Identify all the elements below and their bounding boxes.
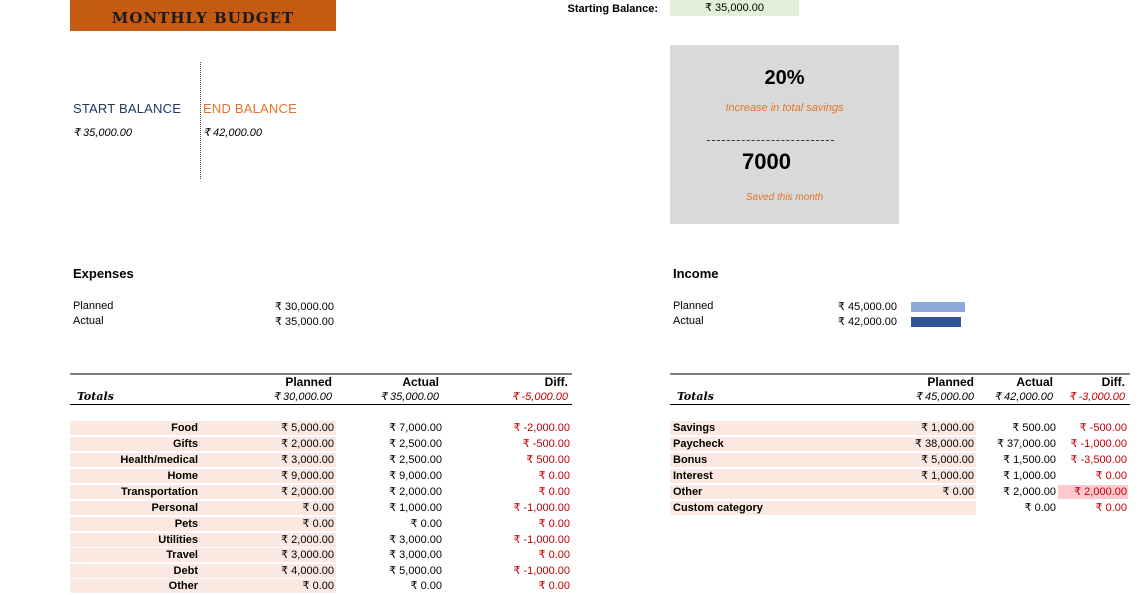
income-totals-actual: ₹ 42,000.00 [994,391,1053,403]
start-balance-value: ₹ 35,000.00 [73,127,132,139]
expense-category[interactable]: Other [70,579,200,593]
end-balance-value: ₹ 42,000.00 [203,127,262,139]
expenses-actual-label: Actual [73,315,104,327]
savings-amount-caption: Saved this month [745,192,824,203]
income-planned[interactable]: ₹ 0.00 [898,485,976,499]
expense-actual: ₹ 0.00 [410,580,442,592]
expenses-planned-label: Planned [73,300,114,312]
expenses-planned-value: ₹ 30,000.00 [275,301,334,313]
income-planned[interactable]: ₹ 5,000.00 [898,453,976,467]
income-actual: ₹ 1,500.00 [1003,454,1056,466]
income-actual-value: ₹ 42,000.00 [838,316,897,328]
income-actual: ₹ 500.00 [1012,422,1056,434]
expenses-heading: Expenses [73,266,134,281]
income-actual-label: Actual [673,315,704,327]
expense-planned[interactable]: ₹ 0.00 [200,517,336,531]
income-totals-diff: ₹ -3,000.00 [1068,391,1125,403]
income-planned-value: ₹ 45,000.00 [838,301,897,313]
income-diff: ₹ 0.00 [1095,502,1127,514]
expense-category[interactable]: Pets [70,517,200,531]
income-actual: ₹ 37,000.00 [997,438,1056,450]
table-row: Other ₹ 0.00 ₹ 0.00 ₹ 0.00 [0,579,600,595]
expense-planned[interactable]: ₹ 3,000.00 [200,548,336,562]
income-category[interactable]: Paycheck [670,437,898,451]
income-category[interactable]: Bonus [670,453,898,467]
income-actual-bar [911,317,961,327]
expenses-totals-planned: ₹ 30,000.00 [273,391,332,403]
income-header-planned: Planned [927,375,974,389]
expense-actual: ₹ 5,000.00 [389,565,442,577]
expense-planned[interactable]: ₹ 2,000.00 [200,533,336,547]
income-diff: ₹ -1,000.00 [1070,438,1127,450]
expenses-totals-rule [70,404,572,405]
expenses-totals-actual: ₹ 35,000.00 [380,391,439,403]
end-balance-label: END BALANCE [203,101,297,116]
expenses-header-planned: Planned [285,375,332,389]
expenses-header-diff: Diff. [544,375,568,389]
expenses-totals-diff: ₹ -5,000.00 [511,391,568,403]
expense-actual: ₹ 3,000.00 [389,549,442,561]
expense-diff: ₹ 0.00 [538,580,570,592]
expense-diff: ₹ -1,000.00 [513,565,570,577]
starting-balance-label: Starting Balance: [567,3,658,15]
income-totals-label: Totals [677,390,714,403]
expense-planned[interactable]: ₹ 4,000.00 [200,564,336,578]
income-planned[interactable]: ₹ 38,000.00 [898,437,976,451]
table-row: Interest ₹ 1,000.00 ₹ 1,000.00 ₹ 0.00 [0,469,1147,485]
income-actual: ₹ 1,000.00 [1003,470,1056,482]
expense-category[interactable]: Travel [70,548,200,562]
savings-summary-box: 20% Increase in total savings 7000 Saved… [670,45,899,224]
income-planned[interactable]: ₹ 1,000.00 [898,469,976,483]
income-category[interactable]: Savings [670,421,898,435]
table-row: Debt ₹ 4,000.00 ₹ 5,000.00 ₹ -1,000.00 [0,564,600,580]
expense-planned[interactable]: ₹ 0.00 [200,579,336,593]
income-actual: ₹ 2,000.00 [1003,486,1056,498]
income-actual: ₹ 0.00 [1024,502,1056,514]
income-diff: ₹ 2,000.00 [1058,485,1128,499]
income-diff: ₹ -3,500.00 [1070,454,1127,466]
savings-amount: 7000 [742,149,791,174]
income-header-diff: Diff. [1101,375,1125,389]
expense-actual: ₹ 0.00 [410,518,442,530]
table-row: Travel ₹ 3,000.00 ₹ 3,000.00 ₹ 0.00 [0,548,600,564]
starting-balance-value[interactable]: ₹ 35,000.00 [670,0,799,16]
income-heading: Income [673,266,719,281]
table-row: Utilities ₹ 2,000.00 ₹ 3,000.00 ₹ -1,000.00 [0,533,600,549]
expenses-actual-value: ₹ 35,000.00 [275,316,334,328]
income-category[interactable]: Custom category [670,501,898,515]
table-row: Savings ₹ 1,000.00 ₹ 500.00 ₹ -500.00 [0,421,1147,437]
expenses-header-actual: Actual [402,375,439,389]
table-row: Custom category ₹ 0.00 ₹ 0.00 [0,501,1147,517]
expense-category[interactable]: Debt [70,564,200,578]
savings-percent: 20% [764,67,805,89]
table-row: Bonus ₹ 5,000.00 ₹ 1,500.00 ₹ -3,500.00 [0,453,1147,469]
savings-percent-caption: Increase in total savings [725,102,844,114]
expense-category[interactable]: Utilities [70,533,200,547]
title-banner: MONTHLY BUDGET [70,0,336,31]
income-header-actual: Actual [1016,375,1053,389]
income-diff: ₹ 0.00 [1095,470,1127,482]
expenses-totals-label: Totals [77,390,114,403]
income-category[interactable]: Interest [670,469,898,483]
income-totals-planned: ₹ 45,000.00 [915,391,974,403]
income-planned[interactable] [898,501,976,515]
table-row: Pets ₹ 0.00 ₹ 0.00 ₹ 0.00 [0,517,600,533]
balance-divider [200,62,201,179]
income-planned[interactable]: ₹ 1,000.00 [898,421,976,435]
income-planned-label: Planned [673,300,714,312]
income-category[interactable]: Other [670,485,898,499]
expense-actual: ₹ 3,000.00 [389,534,442,546]
expense-diff: ₹ 0.00 [538,549,570,561]
start-balance-label: START BALANCE [73,101,182,116]
income-totals-rule [670,404,1130,405]
expense-diff: ₹ -1,000.00 [513,534,570,546]
table-row: Other ₹ 0.00 ₹ 2,000.00 ₹ 2,000.00 [0,485,1147,501]
page-title: MONTHLY BUDGET [111,9,295,27]
income-planned-bar [911,302,965,312]
savings-divider [707,140,834,141]
expense-diff: ₹ 0.00 [538,518,570,530]
income-diff: ₹ -500.00 [1079,422,1127,434]
table-row: Paycheck ₹ 38,000.00 ₹ 37,000.00 ₹ -1,000.0… [0,437,1147,453]
